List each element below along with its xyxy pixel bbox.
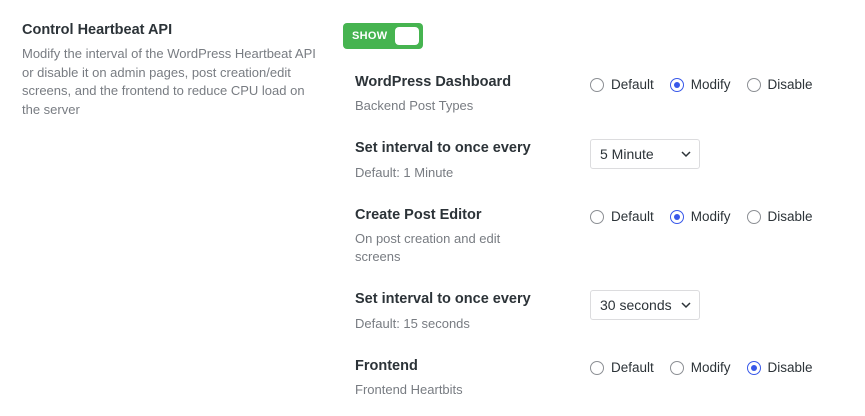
toggle-knob: [395, 27, 419, 45]
dashboard-description: Backend Post Types: [355, 98, 474, 113]
frontend-title: Frontend: [355, 358, 418, 374]
frontend-radio-default[interactable]: Default: [590, 360, 654, 375]
dashboard-radio-group: Default Modify Disable: [590, 77, 813, 92]
radio-label: Modify: [690, 360, 731, 375]
dashboard-title: WordPress Dashboard: [355, 74, 512, 90]
frontend-radio-group: Default Modify Disable: [590, 360, 813, 375]
post-editor-radio-modify[interactable]: Modify: [669, 209, 731, 224]
radio-circle: [590, 77, 604, 92]
radio-circle: [590, 360, 604, 375]
setting-title: Control Heartbeat API: [22, 22, 173, 38]
select-value: 30 seconds: [600, 297, 672, 313]
toggle-label: SHOW: [352, 30, 388, 42]
frontend-radio-disable[interactable]: Disable: [746, 360, 813, 375]
post-editor-title: Create Post Editor: [355, 207, 482, 223]
radio-circle: [669, 77, 684, 92]
post-editor-radio-default[interactable]: Default: [590, 209, 654, 224]
post-editor-description: On post creation and edit screens: [355, 231, 501, 264]
post-editor-interval-title: Set interval to once every: [355, 291, 531, 307]
dashboard-radio-modify[interactable]: Modify: [669, 77, 731, 92]
dashboard-radio-default[interactable]: Default: [590, 77, 654, 92]
dashboard-interval-default: Default: 1 Minute: [355, 165, 454, 180]
radio-label: Disable: [767, 209, 813, 224]
show-toggle[interactable]: SHOW: [343, 23, 423, 49]
post-editor-radio-disable[interactable]: Disable: [746, 209, 813, 224]
dashboard-interval-select[interactable]: 5 Minute: [590, 139, 700, 169]
radio-circle: [746, 360, 761, 375]
radio-circle: [746, 209, 761, 224]
chevron-down-icon: [681, 302, 691, 309]
post-editor-interval-select[interactable]: 30 seconds: [590, 290, 700, 320]
radio-label: Default: [611, 360, 654, 375]
post-editor-interval-default: Default: 15 seconds: [355, 316, 470, 331]
frontend-description: Frontend Heartbits: [355, 382, 463, 397]
radio-label: Default: [611, 77, 654, 92]
dashboard-interval-title: Set interval to once every: [355, 140, 531, 156]
dashboard-radio-disable[interactable]: Disable: [746, 77, 813, 92]
frontend-radio-modify[interactable]: Modify: [669, 360, 731, 375]
select-value: 5 Minute: [600, 146, 654, 162]
radio-label: Modify: [690, 209, 731, 224]
setting-description: Modify the interval of the WordPress Hea…: [22, 46, 316, 117]
radio-circle: [746, 77, 761, 92]
radio-circle: [669, 209, 684, 224]
radio-label: Disable: [767, 77, 813, 92]
post-editor-radio-group: Default Modify Disable: [590, 209, 813, 224]
radio-label: Default: [611, 209, 654, 224]
radio-label: Disable: [767, 360, 813, 375]
radio-circle: [669, 360, 684, 375]
setting-info: Control Heartbeat API Modify the interva…: [22, 22, 322, 119]
chevron-down-icon: [681, 151, 691, 158]
radio-circle: [590, 209, 604, 224]
radio-label: Modify: [690, 77, 731, 92]
